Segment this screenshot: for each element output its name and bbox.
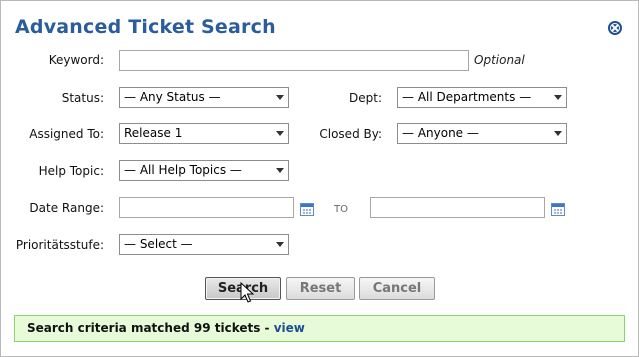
status-selected-value: — Any Status — — [124, 90, 221, 104]
status-select[interactable]: — Any Status — — [119, 87, 289, 108]
keyword-label: Keyword: — [48, 53, 104, 67]
priority-selected-value: — Select — — [124, 237, 193, 251]
help-topic-select[interactable]: — All Help Topics — — [119, 160, 289, 181]
chevron-down-icon — [554, 131, 562, 136]
priority-label: Prioritätsstufe: — [15, 238, 104, 252]
close-icon[interactable] — [608, 21, 622, 35]
closed-by-select[interactable]: — Anyone — — [397, 123, 567, 144]
assigned-to-select[interactable]: Release 1 — [119, 123, 289, 144]
reset-button[interactable]: Reset — [286, 277, 355, 300]
closed-by-selected-value: — Anyone — — [402, 126, 479, 140]
mouse-pointer-icon — [240, 282, 254, 303]
dept-select[interactable]: — All Departments — — [397, 87, 567, 108]
result-text: Search criteria matched 99 tickets — [27, 321, 261, 335]
keyword-input[interactable] — [119, 50, 469, 71]
cancel-button[interactable]: Cancel — [359, 277, 435, 300]
assigned-to-label: Assigned To: — [29, 127, 104, 141]
chevron-down-icon — [276, 168, 284, 173]
dialog-title: Advanced Ticket Search — [15, 16, 276, 38]
calendar-icon[interactable] — [551, 203, 565, 216]
status-label: Status: — [61, 91, 104, 105]
date-to-input[interactable] — [370, 197, 545, 218]
search-result-banner: Search criteria matched 99 tickets - vie… — [14, 315, 625, 342]
calendar-icon[interactable] — [300, 203, 314, 216]
date-range-to-label: TO — [334, 204, 348, 215]
result-separator: - — [260, 321, 274, 335]
dept-selected-value: — All Departments — — [402, 90, 532, 104]
closed-by-label: Closed By: — [319, 127, 382, 141]
chevron-down-icon — [554, 95, 562, 100]
chevron-down-icon — [276, 95, 284, 100]
chevron-down-icon — [276, 242, 284, 247]
chevron-down-icon — [276, 131, 284, 136]
help-topic-label: Help Topic: — [38, 164, 104, 178]
priority-select[interactable]: — Select — — [119, 234, 289, 255]
help-topic-selected-value: — All Help Topics — — [124, 163, 242, 177]
keyword-optional-hint: Optional — [474, 53, 525, 67]
advanced-search-dialog: Advanced Ticket Search Keyword: Optional… — [0, 0, 639, 357]
assigned-to-selected-value: Release 1 — [124, 126, 183, 140]
dept-label: Dept: — [349, 91, 382, 105]
date-range-label: Date Range: — [29, 201, 104, 215]
date-from-input[interactable] — [119, 197, 294, 218]
view-results-link[interactable]: view — [274, 321, 305, 335]
